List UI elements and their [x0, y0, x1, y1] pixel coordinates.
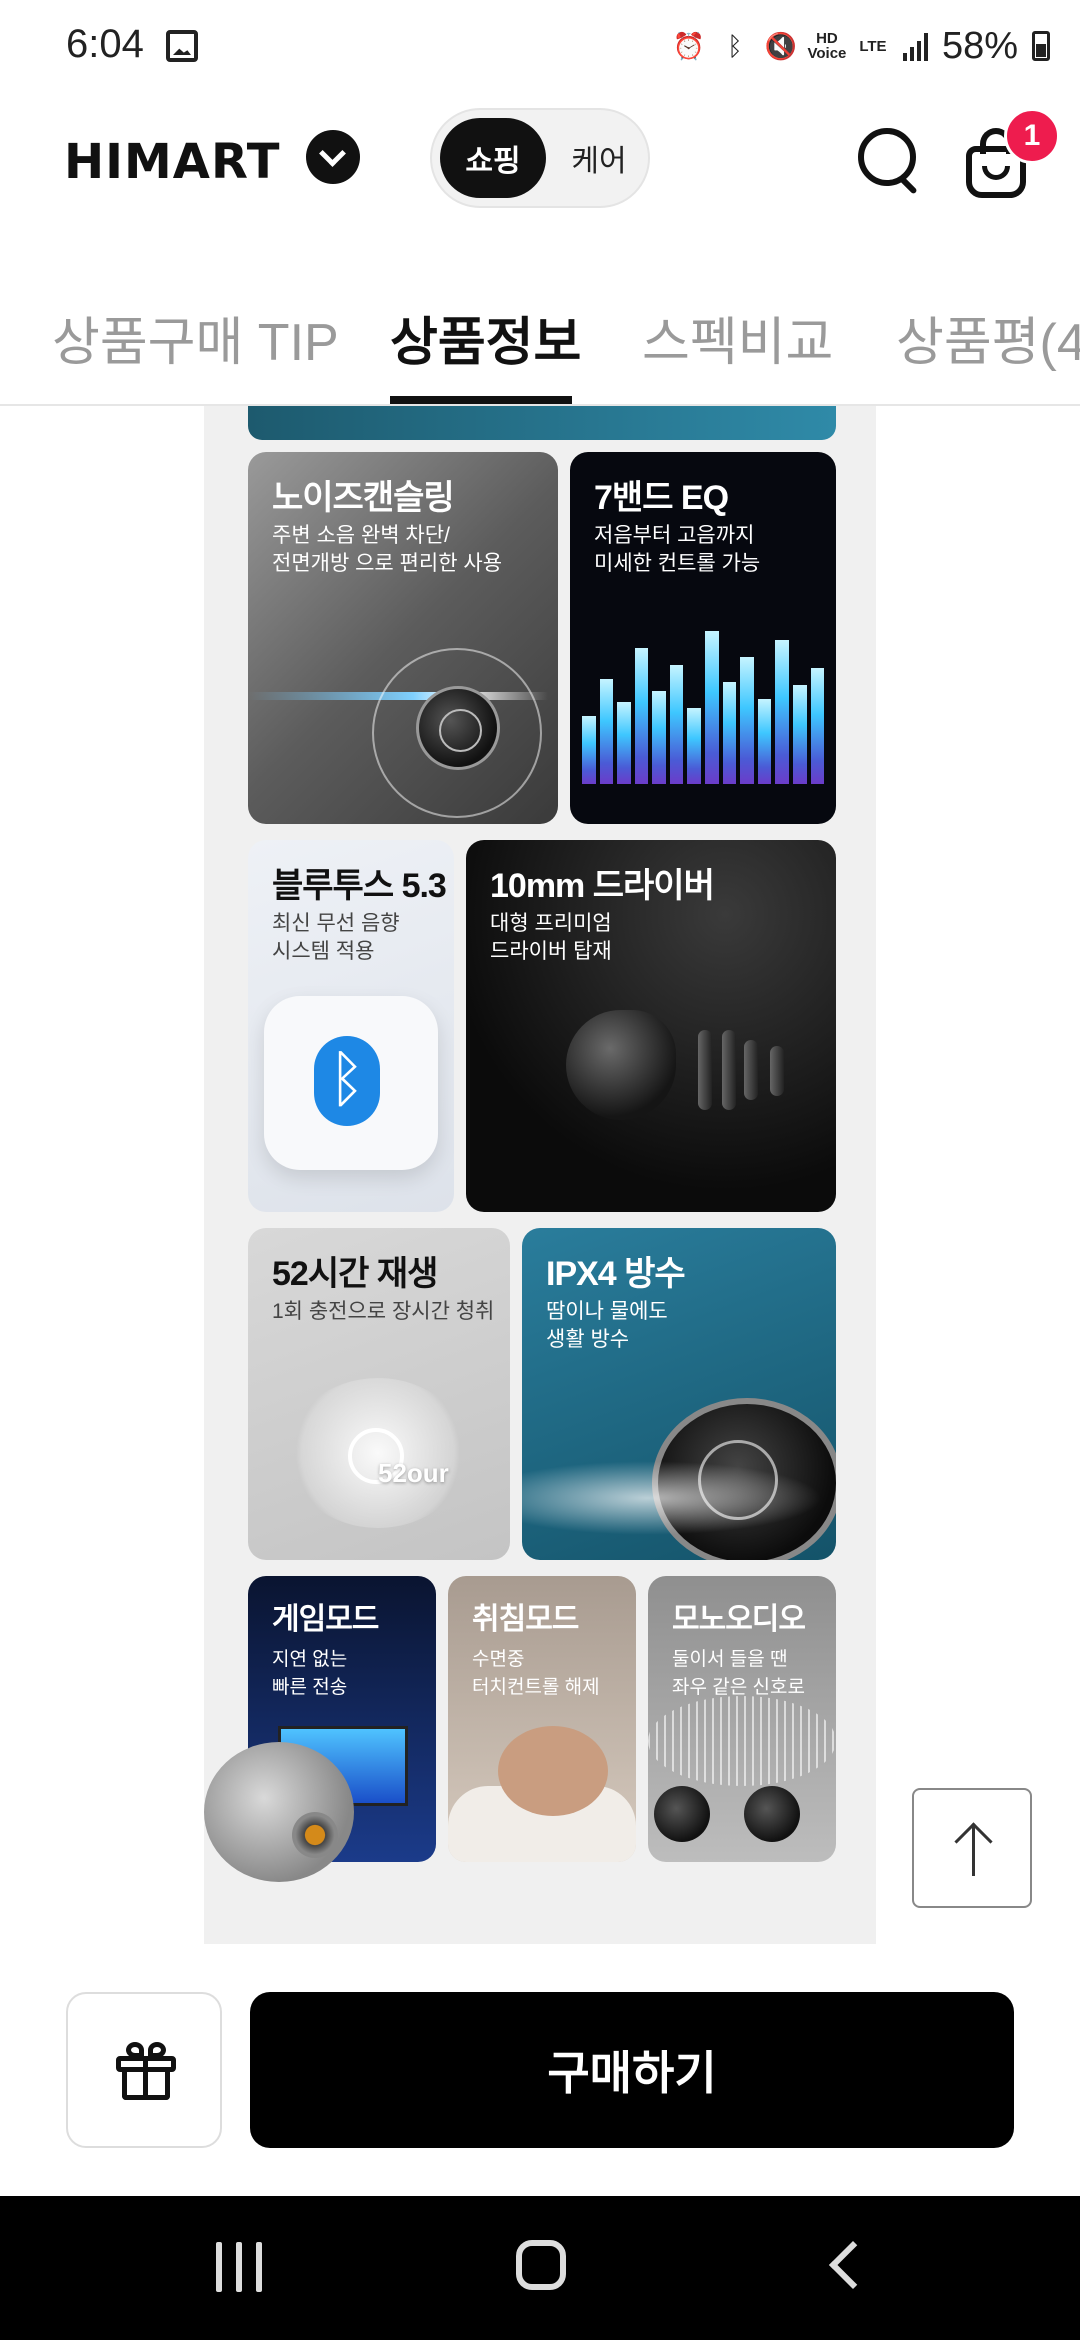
tab-product-info[interactable]: 상품정보	[390, 300, 581, 375]
feature-title: 10mm 드라이버	[490, 867, 715, 905]
feature-card-eq: 7밴드 EQ 저음부터 고음까지 미세한 컨트롤 가능	[570, 452, 836, 824]
earbud-image	[416, 686, 500, 770]
feature-title: 모노오디오	[672, 1603, 806, 1636]
chevron-down-icon[interactable]	[306, 130, 360, 184]
feature-desc: 지연 없는 빠른 전송	[272, 1649, 348, 1698]
feature-title: 노이즈캔슬링	[272, 479, 455, 517]
mode-toggle[interactable]: 쇼핑 케어	[430, 108, 650, 208]
home-icon[interactable]	[516, 2240, 566, 2290]
battery-percent: 58%	[941, 24, 1018, 67]
feature-desc: 1회 충전으로 장시간 청취	[272, 1300, 495, 1323]
sleeping-person-image	[498, 1726, 608, 1816]
lte-icon: LTE	[859, 37, 887, 55]
feature-card-mono-audio: 모노오디오 둘이서 들을 땐 좌우 같은 신호로	[648, 1576, 836, 1862]
himart-logo[interactable]: HIMART	[64, 134, 281, 190]
alarm-icon: ⏰	[672, 30, 706, 61]
feature-desc: 수면중 터치컨트롤 해제	[472, 1649, 600, 1698]
feature-card-waterproof: IPX4 방수 땀이나 물에도 생활 방수	[522, 1228, 836, 1560]
earbud-image	[654, 1786, 710, 1842]
gift-icon	[116, 2042, 176, 2102]
tab-reviews[interactable]: 상품평(4	[896, 300, 1080, 375]
feature-title: IPX4 방수	[546, 1255, 686, 1293]
status-icons: ⏰ ᛒ 🔇 HD Voice LTE 58%	[673, 24, 1050, 68]
system-nav-bar	[0, 2196, 1080, 2340]
feature-title: 7밴드 EQ	[594, 479, 729, 517]
status-time: 6:04	[66, 22, 144, 66]
banner-strip	[248, 406, 836, 440]
feature-card-bluetooth: 블루투스 5.3 최신 무선 음향 시스템 적용	[248, 840, 454, 1212]
bluetooth-logo-icon	[314, 1036, 380, 1126]
gift-button[interactable]	[66, 1992, 222, 2148]
feature-card-sleep-mode: 취침모드 수면중 터치컨트롤 해제	[448, 1576, 636, 1862]
product-detail-image: 노이즈캔슬링 주변 소음 완벽 차단/ 전면개방 으로 편리한 사용 7밴드 E…	[204, 406, 876, 1944]
feature-desc: 주변 소음 완벽 차단/ 전면개방 으로 편리한 사용	[272, 524, 503, 575]
back-icon[interactable]	[828, 2240, 878, 2290]
tab-spec-compare[interactable]: 스펙비교	[642, 300, 833, 375]
image-notification-icon	[166, 30, 198, 62]
feature-desc: 저음부터 고음까지 미세한 컨트롤 가능	[594, 524, 761, 575]
status-bar: 6:04 ⏰ ᛒ 🔇 HD Voice LTE 58%	[0, 0, 1080, 96]
feature-desc: 최신 무선 음향 시스템 적용	[272, 912, 400, 963]
feature-title: 52시간 재생	[272, 1255, 438, 1293]
segment-shopping[interactable]: 쇼핑	[440, 118, 546, 198]
recent-apps-icon[interactable]	[216, 2242, 264, 2292]
equalizer-bars	[582, 614, 825, 784]
app-header: HIMART 쇼핑 케어 1	[0, 96, 1080, 276]
feature-card-noise-cancel: 노이즈캔슬링 주변 소음 완벽 차단/ 전면개방 으로 편리한 사용	[248, 452, 558, 824]
feature-card-driver: 10mm 드라이버 대형 프리미엄 드라이버 탑재	[466, 840, 836, 1212]
earbud-image	[566, 1010, 676, 1120]
tab-purchase-tip[interactable]: 상품구매 TIP	[52, 300, 339, 375]
clock-label: 52our	[378, 1458, 449, 1488]
hd-voice-icon: HD Voice	[807, 30, 847, 62]
battery-icon	[1032, 31, 1050, 61]
earbud-image	[204, 1742, 354, 1882]
feature-desc: 땀이나 물에도 생활 방수	[546, 1300, 668, 1351]
signal-icon	[902, 31, 928, 61]
feature-title: 게임모드	[272, 1603, 379, 1636]
feature-card-playtime: 52our 52시간 재생 1회 충전으로 장시간 청취	[248, 1228, 510, 1560]
mute-icon: 🔇	[764, 30, 798, 61]
search-icon[interactable]	[856, 126, 920, 190]
bluetooth-icon: ᛒ	[727, 30, 743, 61]
scroll-top-button[interactable]	[912, 1788, 1032, 1908]
product-tabs: 상품구매 TIP 상품정보 스펙비교 상품평(4	[0, 276, 1080, 406]
active-tab-indicator	[390, 396, 572, 404]
segment-care[interactable]: 케어	[554, 118, 644, 198]
feature-title: 취침모드	[472, 1603, 579, 1636]
feature-desc: 대형 프리미엄 드라이버 탑재	[490, 912, 612, 963]
feature-title: 블루투스 5.3	[272, 867, 447, 905]
cart-badge: 1	[1004, 108, 1060, 164]
feature-desc: 둘이서 들을 땐 좌우 같은 신호로	[672, 1649, 805, 1698]
earbud-image	[744, 1786, 800, 1842]
buy-button[interactable]: 구매하기	[250, 1992, 1014, 2148]
